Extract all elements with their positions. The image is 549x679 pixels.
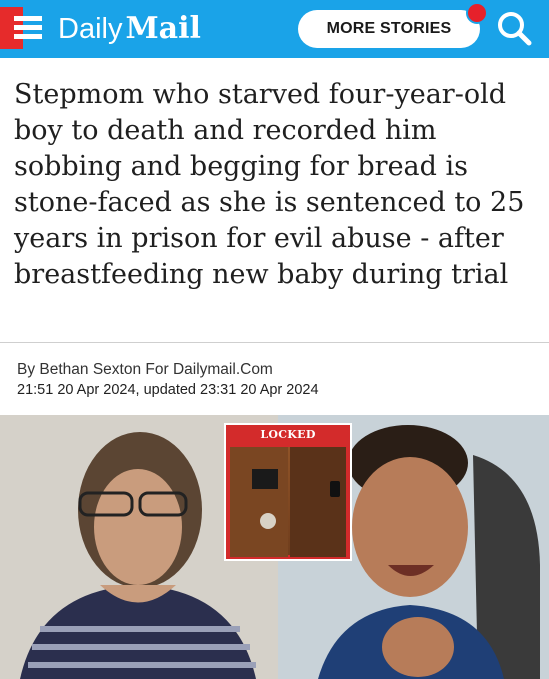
article-photo[interactable]: LOCKED CUPBOARD [0, 415, 549, 679]
article-headline: Stepmom who starved four-year-old boy to… [14, 79, 525, 290]
logo-daily: Daily [58, 13, 123, 45]
notification-dot [466, 2, 488, 24]
site-logo[interactable]: Daily Mail [58, 12, 201, 46]
logo-mail: Mail [125, 11, 201, 46]
divider [0, 342, 549, 343]
search-icon[interactable] [494, 8, 534, 48]
menu-button[interactable] [0, 7, 46, 49]
article-byline[interactable]: By Bethan Sexton For Dailymail.Com [17, 361, 273, 379]
lock-illustration [230, 447, 346, 557]
inset-label: LOCKED CUPBOARD [250, 428, 325, 461]
locked-cupboard-inset: LOCKED CUPBOARD [224, 423, 352, 561]
menu-icon-bar [14, 25, 42, 30]
site-header: Daily Mail MORE STORIES [0, 0, 549, 58]
menu-icon-bar [14, 34, 42, 39]
article-dateline: 21:51 20 Apr 2024, updated 23:31 20 Apr … [17, 382, 319, 398]
more-stories-button[interactable]: MORE STORIES [298, 10, 480, 48]
menu-icon [14, 16, 42, 21]
cupboard-photo [230, 447, 346, 557]
